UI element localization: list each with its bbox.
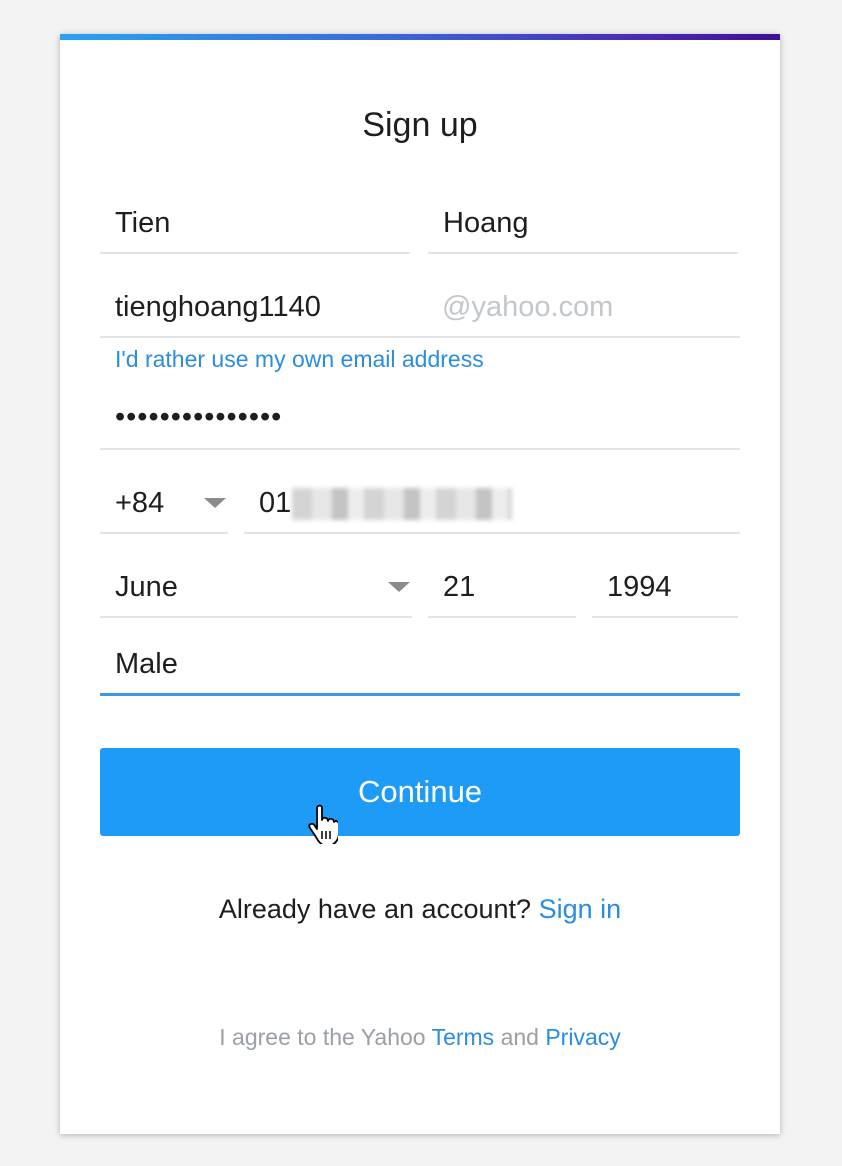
page-title: Sign up	[362, 106, 478, 144]
last-name-field[interactable]: Hoang	[428, 207, 738, 254]
and-text: and	[500, 1024, 539, 1050]
signup-card: Sign up Tien Hoang tienghoang1140 @yahoo…	[60, 34, 780, 1134]
password-field[interactable]: •••••••••••••••	[100, 401, 740, 450]
email-domain-suffix: @yahoo.com	[442, 291, 614, 323]
phone-number-value: 01	[259, 487, 292, 519]
first-name-field[interactable]: Tien	[100, 207, 410, 254]
country-code-select[interactable]: +84	[100, 487, 228, 534]
country-code-value: +84	[115, 487, 165, 519]
sign-in-link[interactable]: Sign in	[539, 894, 622, 924]
birth-month-select[interactable]: June	[100, 571, 412, 618]
last-name-value: Hoang	[443, 207, 529, 239]
brand-gradient-bar	[60, 34, 780, 40]
redacted-phone-digits	[292, 488, 512, 520]
birth-year-field[interactable]: 1994	[592, 571, 738, 618]
password-value: •••••••••••••••	[115, 401, 283, 433]
birth-month-value: June	[115, 571, 178, 603]
gender-value: Male	[115, 648, 178, 680]
terms-prefix: I agree to the Yahoo	[219, 1024, 426, 1050]
gender-field[interactable]: Male	[100, 648, 740, 696]
terms-notice: I agree to the Yahoo Terms and Privacy	[60, 1024, 780, 1051]
chevron-down-icon	[204, 498, 226, 508]
email-username-field[interactable]: tienghoang1140 @yahoo.com	[100, 291, 740, 338]
already-text: Already have an account?	[218, 894, 532, 924]
birth-year-value: 1994	[607, 571, 672, 603]
phone-number-field[interactable]: 01	[244, 487, 740, 534]
sign-in-prompt: Already have an account? Sign in	[60, 894, 780, 925]
hand-pointer-icon	[308, 804, 338, 844]
privacy-link[interactable]: Privacy	[545, 1024, 620, 1050]
chevron-down-icon	[388, 582, 410, 592]
own-email-link[interactable]: I'd rather use my own email address	[115, 346, 484, 373]
username-value: tienghoang1140	[115, 291, 321, 323]
terms-link[interactable]: Terms	[432, 1024, 495, 1050]
first-name-value: Tien	[115, 207, 171, 239]
continue-button[interactable]: Continue	[100, 748, 740, 836]
birth-day-value: 21	[443, 571, 476, 603]
birth-day-field[interactable]: 21	[428, 571, 576, 618]
